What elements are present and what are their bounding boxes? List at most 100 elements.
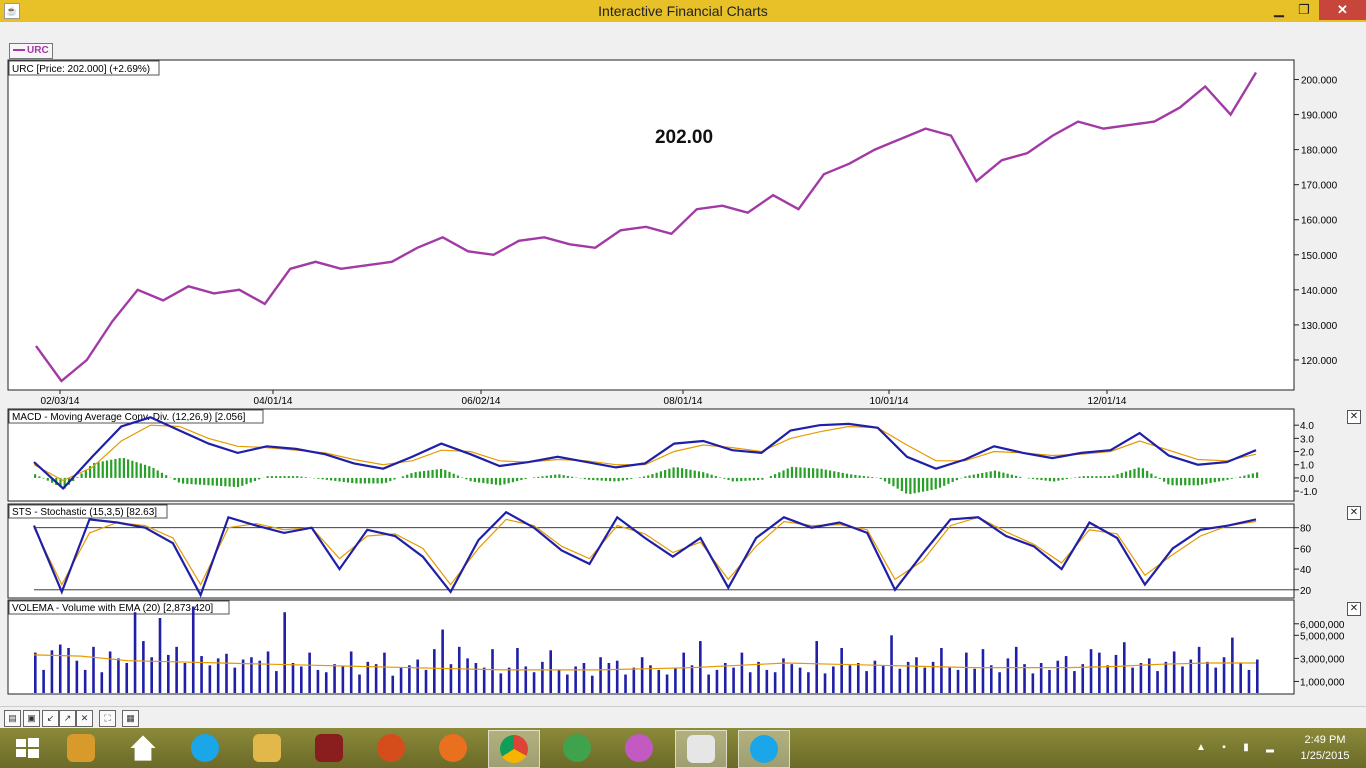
macd-histogram-bar: [249, 477, 252, 483]
reset-button[interactable]: ✕: [76, 710, 93, 727]
macd-histogram-bar: [731, 477, 734, 482]
taskbar-java[interactable]: [675, 730, 727, 768]
macd-histogram-bar: [545, 475, 548, 478]
sto-y-tick-label: 80: [1300, 524, 1312, 535]
macd-histogram-bar: [135, 462, 138, 478]
app-icon: [625, 734, 653, 762]
macd-histogram-bar: [439, 468, 443, 478]
volume-bar: [283, 612, 286, 693]
vol-close-button[interactable]: ✕: [1347, 602, 1361, 616]
taskbar: ▲ ▪ ▮ ▂ 2:49 PM 1/25/2015: [0, 728, 1366, 768]
vol-y-ticks: 6,000,0005,000,000 3,000,000 1,000,000: [1294, 620, 1345, 688]
macd-histogram-bar: [329, 477, 333, 481]
macd-histogram-bar: [659, 471, 662, 478]
price-y-tick-label: 130.000: [1301, 321, 1338, 332]
volume-bar: [748, 672, 752, 693]
start-button[interactable]: [2, 730, 52, 766]
macd-histogram-bar: [896, 477, 899, 489]
macd-histogram-bar: [258, 477, 261, 480]
title-bar: ☕ Interactive Financial Charts ▁ ❐ ✕: [0, 0, 1366, 23]
macd-histogram-bar: [482, 477, 485, 484]
macd-histogram-bar: [427, 470, 430, 478]
volume-bar: [1114, 654, 1118, 693]
volume-bar: [324, 672, 328, 693]
macd-histogram-bar: [431, 469, 434, 478]
tray-power-icon[interactable]: ▮: [1240, 742, 1252, 754]
macd-histogram-bar: [363, 477, 367, 484]
macd-histogram-bar: [368, 477, 371, 484]
macd-y-tick-label: 0.0: [1300, 474, 1314, 485]
volume-bar: [848, 665, 852, 693]
volume-bar: [391, 675, 395, 693]
volume-bar: [715, 669, 719, 693]
save-button[interactable]: ▣: [23, 710, 40, 727]
volume-bar: [956, 669, 960, 693]
taskbar-app-1[interactable]: [56, 730, 106, 766]
volume-bar: [1239, 663, 1242, 693]
macd-histogram-bar: [444, 469, 447, 478]
tray-chevron-icon[interactable]: ▲: [1195, 742, 1207, 754]
taskbar-home[interactable]: [118, 730, 168, 766]
open-button[interactable]: ▤: [4, 710, 21, 727]
price-panel-frame: [7, 59, 1295, 391]
macd-histogram-bar: [795, 467, 798, 478]
volume-bar: [940, 648, 943, 693]
macd-histogram-bar: [1188, 477, 1191, 486]
close-button[interactable]: ✕: [1319, 0, 1366, 20]
macd-histogram-bar: [131, 460, 134, 478]
macd-histogram-bar: [499, 477, 502, 486]
volume-bar: [1156, 671, 1159, 693]
folder-icon: [253, 734, 281, 762]
taskbar-app-4[interactable]: [552, 730, 602, 766]
volume-bar: [881, 665, 885, 693]
tray-signal-icon[interactable]: ▂: [1264, 742, 1276, 754]
volume-bar: [408, 665, 411, 693]
macd-histogram-bar: [503, 477, 506, 485]
macd-histogram-bar: [220, 477, 223, 487]
taskbar-firefox[interactable]: [428, 730, 478, 766]
volume-bar: [1147, 658, 1151, 693]
macd-histogram-bar: [676, 467, 679, 478]
taskbar-explorer[interactable]: [242, 730, 292, 766]
macd-histogram-bar: [604, 477, 608, 481]
taskbar-chrome[interactable]: [488, 730, 540, 768]
price-header: URC [Price: 202.000] (+2.69%): [12, 64, 150, 75]
sto-close-button[interactable]: ✕: [1347, 506, 1361, 520]
tray-network-icon[interactable]: ▪: [1218, 742, 1230, 754]
fit-button[interactable]: ⛶: [99, 710, 116, 727]
volume-bar: [200, 656, 203, 693]
taskbar-app-2[interactable]: [304, 730, 354, 766]
price-y-tick-label: 180.000: [1301, 146, 1338, 157]
macd-histogram-bar: [905, 477, 908, 494]
macd-histogram-bar: [558, 474, 561, 478]
macd-histogram-bar: [1036, 477, 1039, 480]
macd-histogram-bar: [321, 477, 324, 480]
macd-histogram-bar: [562, 475, 565, 478]
vol-y-tick-label: 5,000,000: [1300, 631, 1345, 642]
macd-histogram-bar: [740, 477, 743, 482]
app-icon: [563, 734, 591, 762]
macd-histogram-bar: [773, 474, 777, 478]
macd-histogram-bar: [1146, 470, 1149, 478]
taskbar-clock[interactable]: 2:49 PM 1/25/2015: [1290, 732, 1360, 764]
volume-bar: [424, 669, 428, 693]
macd-histogram-bar: [1201, 477, 1204, 485]
taskbar-app-5[interactable]: [614, 730, 664, 766]
zoom-out-button[interactable]: ↗: [59, 710, 76, 727]
macd-histogram-bar: [296, 476, 299, 478]
macd-histogram-bar: [744, 477, 747, 481]
macd-close-button[interactable]: ✕: [1347, 410, 1361, 424]
volume-bar: [466, 658, 469, 693]
macd-histogram-bar: [596, 477, 599, 481]
macd-histogram-bar: [532, 477, 536, 478]
print-button[interactable]: ▦: [122, 710, 139, 727]
taskbar-skype-2[interactable]: [738, 730, 790, 768]
zoom-in-button[interactable]: ↙: [42, 710, 59, 727]
volume-bar: [707, 674, 710, 693]
taskbar-app-3[interactable]: [366, 730, 416, 766]
macd-histogram-bar: [854, 474, 857, 478]
taskbar-skype[interactable]: [180, 730, 230, 766]
macd-histogram-bar: [1141, 468, 1145, 478]
volume-bar: [566, 674, 569, 693]
maximize-button[interactable]: ❐: [1290, 0, 1318, 20]
